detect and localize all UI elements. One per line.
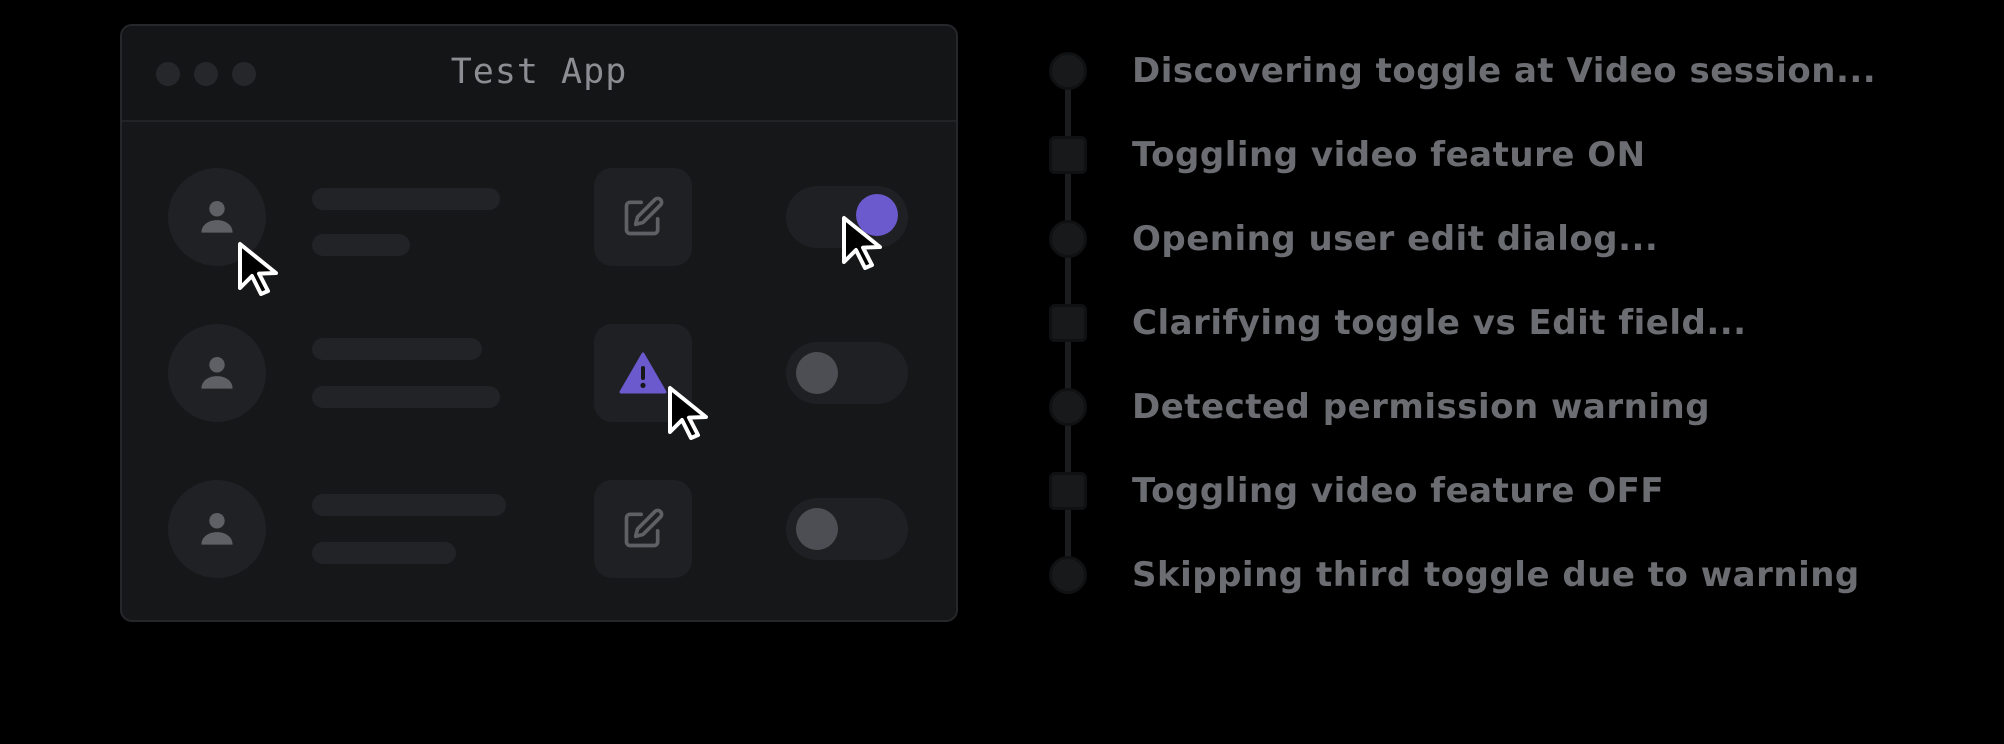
toggle-knob [796,352,838,394]
mouse-cursor-icon [842,216,882,270]
timeline-step: Discovering toggle at Video session... [1040,46,1876,96]
toggle-knob [796,508,838,550]
timeline-step-label: Clarifying toggle vs Edit field... [1132,303,1747,343]
window-title: Test App [450,52,628,92]
timeline-step-label: Toggling video feature OFF [1132,471,1665,511]
name-placeholder-bar [312,338,482,360]
timeline-node [1049,136,1087,174]
timeline-step: Toggling video feature OFF [1040,466,1664,516]
user-icon [201,201,233,233]
list-item [122,480,956,580]
timeline-node [1049,556,1087,594]
list-item [122,324,956,424]
timeline-node [1049,220,1087,258]
timeline-step: Clarifying toggle vs Edit field... [1040,298,1747,348]
user-icon [201,513,233,545]
feature-toggle[interactable] [786,342,908,404]
timeline-node [1049,472,1087,510]
timeline-node [1049,304,1087,342]
timeline-step-label: Skipping third toggle due to warning [1132,555,1860,595]
user-icon [201,357,233,389]
timeline-node [1049,52,1087,90]
timeline-step: Opening user edit dialog... [1040,214,1658,264]
name-placeholder-bar [312,494,506,516]
detail-placeholder-bar [312,386,500,408]
timeline-step: Toggling video feature ON [1040,130,1646,180]
feature-toggle[interactable] [786,498,908,560]
name-placeholder-bar [312,188,500,210]
edit-icon [624,196,664,236]
timeline-step: Skipping third toggle due to warning [1040,550,1860,600]
edit-button[interactable] [594,480,692,578]
warning-icon [619,352,667,394]
timeline-step-label: Toggling video feature ON [1132,135,1646,175]
mouse-cursor-icon [238,242,278,296]
app-window: Test App [120,24,958,622]
detail-placeholder-bar [312,234,410,256]
edit-button[interactable] [594,168,692,266]
timeline-step: Detected permission warning [1040,382,1710,432]
edit-icon [624,508,664,548]
avatar[interactable] [168,324,266,422]
avatar[interactable] [168,480,266,578]
timeline-node [1049,388,1087,426]
timeline-step-label: Detected permission warning [1132,387,1711,427]
mouse-cursor-icon [668,386,708,440]
timeline-step-label: Opening user edit dialog... [1132,219,1659,259]
timeline-step-label: Discovering toggle at Video session... [1132,51,1877,91]
detail-placeholder-bar [312,542,456,564]
title-bar: Test App [122,26,956,122]
